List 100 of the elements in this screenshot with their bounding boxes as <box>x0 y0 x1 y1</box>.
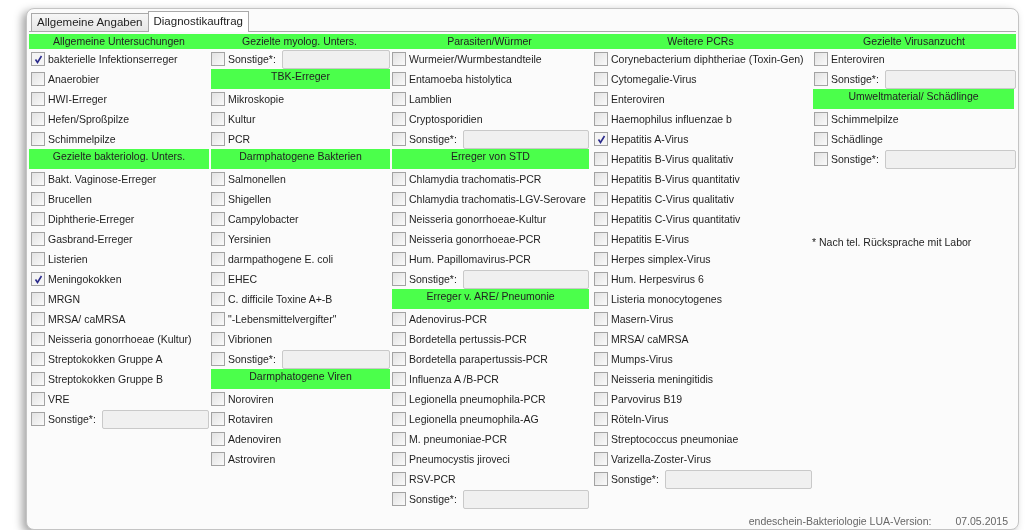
checkbox[interactable] <box>392 112 406 126</box>
checkbox[interactable] <box>594 412 608 426</box>
checkbox[interactable] <box>211 352 225 366</box>
checkbox[interactable] <box>814 52 828 66</box>
checkbox-label[interactable]: Adenovirus-PCR <box>409 313 488 325</box>
checkbox[interactable] <box>594 472 608 486</box>
input-field[interactable] <box>101 409 209 429</box>
checkbox-label[interactable]: MRSA/ caMRSA <box>48 313 126 325</box>
checkbox-label[interactable]: Hepatitis B-Virus qualitativ <box>611 153 734 165</box>
checkbox[interactable] <box>392 312 406 326</box>
checkbox[interactable] <box>392 332 406 346</box>
checkbox[interactable] <box>31 412 45 426</box>
checkbox[interactable] <box>594 392 608 406</box>
checkbox-label[interactable]: Streptococcus pneumoniae <box>611 433 739 445</box>
checkbox[interactable] <box>814 132 828 146</box>
checkbox-label[interactable]: Enteroviren <box>611 93 665 105</box>
checkbox-label[interactable]: Sonstige*: <box>611 473 659 485</box>
checkbox[interactable] <box>31 292 45 306</box>
checkbox-label[interactable]: bakterielle Infektionserreger <box>48 53 178 65</box>
checkbox[interactable] <box>814 152 828 166</box>
checkbox-label[interactable]: Neisseria meningitidis <box>611 373 714 385</box>
checkbox-label[interactable]: Herpes simplex-Virus <box>611 253 711 265</box>
checkbox[interactable] <box>211 52 225 66</box>
checkbox[interactable] <box>594 272 608 286</box>
checkbox[interactable] <box>31 352 45 366</box>
checkbox[interactable] <box>211 292 225 306</box>
checkbox[interactable] <box>31 212 45 226</box>
checkbox-label[interactable]: Chlamydia trachomatis-PCR <box>409 173 542 185</box>
checkbox[interactable] <box>594 72 608 86</box>
checkbox[interactable] <box>594 212 608 226</box>
checkbox-label[interactable]: PCR <box>228 133 251 145</box>
checkbox[interactable] <box>211 392 225 406</box>
input-field[interactable] <box>664 469 812 489</box>
checkbox-label[interactable]: Sonstige*: <box>228 353 276 365</box>
checkbox-label[interactable]: Chlamydia trachomatis-LGV-Serovare <box>409 193 586 205</box>
checkbox-label[interactable]: EHEC <box>228 273 258 285</box>
checkbox[interactable] <box>31 312 45 326</box>
checkbox-label[interactable]: Hepatitis E-Virus <box>611 233 689 245</box>
checkbox[interactable] <box>392 352 406 366</box>
checkbox[interactable] <box>392 72 406 86</box>
checkbox-label[interactable]: Noroviren <box>228 393 274 405</box>
checkbox[interactable] <box>211 172 225 186</box>
checkbox[interactable] <box>392 232 406 246</box>
checkbox[interactable] <box>211 92 225 106</box>
checkbox[interactable] <box>31 192 45 206</box>
checkbox-label[interactable]: Lamblien <box>409 93 452 105</box>
checkbox[interactable] <box>594 292 608 306</box>
checkbox-label[interactable]: Bordetella parapertussis-PCR <box>409 353 548 365</box>
checkbox[interactable] <box>594 432 608 446</box>
checkbox[interactable] <box>211 412 225 426</box>
checkbox-label[interactable]: Sonstige*: <box>409 273 457 285</box>
checkbox[interactable] <box>31 372 45 386</box>
checkbox-label[interactable]: Hepatitis C-Virus qualitativ <box>611 193 734 205</box>
checkbox-label[interactable]: Schimmelpilze <box>831 113 899 125</box>
checkbox[interactable] <box>392 132 406 146</box>
tab[interactable]: Diagnostikauftrag <box>147 11 249 32</box>
checkbox-label[interactable]: Shigellen <box>228 193 272 205</box>
checkbox-label[interactable]: Neisseria gonorrhoeae-PCR <box>409 233 541 245</box>
checkbox-label[interactable]: Sonstige*: <box>48 413 96 425</box>
checkbox[interactable] <box>31 112 45 126</box>
checkbox[interactable] <box>594 112 608 126</box>
checkbox-label[interactable]: darmpathogene E. coli <box>228 253 334 265</box>
checkbox[interactable] <box>31 272 45 286</box>
checkbox[interactable] <box>392 212 406 226</box>
checkbox-label[interactable]: Brucellen <box>48 193 92 205</box>
checkbox-label[interactable]: Hepatitis B-Virus quantitativ <box>611 173 740 185</box>
input-field[interactable] <box>281 349 390 369</box>
checkbox-label[interactable]: Diphtherie-Erreger <box>48 213 135 225</box>
checkbox-label[interactable]: Kultur <box>228 113 256 125</box>
checkbox[interactable] <box>211 432 225 446</box>
checkbox[interactable] <box>211 132 225 146</box>
checkbox[interactable] <box>594 132 608 146</box>
checkbox[interactable] <box>814 72 828 86</box>
checkbox-label[interactable]: Haemophilus influenzae b <box>611 113 732 125</box>
checkbox[interactable] <box>31 332 45 346</box>
checkbox-label[interactable]: Influenza A /B-PCR <box>409 373 499 385</box>
checkbox-label[interactable]: HWI-Erreger <box>48 93 107 105</box>
checkbox-label[interactable]: Sonstige*: <box>228 53 276 65</box>
checkbox-label[interactable]: Hefen/Sproßpilze <box>48 113 130 125</box>
checkbox-label[interactable]: Sonstige*: <box>831 73 879 85</box>
checkbox-label[interactable]: Parvovirus B19 <box>611 393 683 405</box>
checkbox-label[interactable]: Neisseria gonorrhoeae (Kultur) <box>48 333 192 345</box>
checkbox-label[interactable]: Cryptosporidien <box>409 113 483 125</box>
checkbox-label[interactable]: C. difficile Toxine A+-B <box>228 293 333 305</box>
checkbox[interactable] <box>211 232 225 246</box>
checkbox-label[interactable]: Adenoviren <box>228 433 282 445</box>
checkbox-label[interactable]: Yersinien <box>228 233 271 245</box>
checkbox[interactable] <box>211 312 225 326</box>
checkbox-label[interactable]: Listerien <box>48 253 88 265</box>
checkbox-label[interactable]: Legionella pneumophila-PCR <box>409 393 546 405</box>
checkbox-label[interactable]: Rotaviren <box>228 413 273 425</box>
checkbox-label[interactable]: Sonstige*: <box>409 493 457 505</box>
input-field[interactable] <box>462 269 589 289</box>
checkbox[interactable] <box>392 192 406 206</box>
checkbox[interactable] <box>594 312 608 326</box>
checkbox-label[interactable]: Wurmeier/Wurmbestandteile <box>409 53 542 65</box>
checkbox[interactable] <box>31 172 45 186</box>
checkbox-label[interactable]: Corynebacterium diphtheriae (Toxin-Gen) <box>611 53 804 65</box>
checkbox-label[interactable]: Streptokokken Gruppe B <box>48 373 163 385</box>
checkbox[interactable] <box>594 332 608 346</box>
